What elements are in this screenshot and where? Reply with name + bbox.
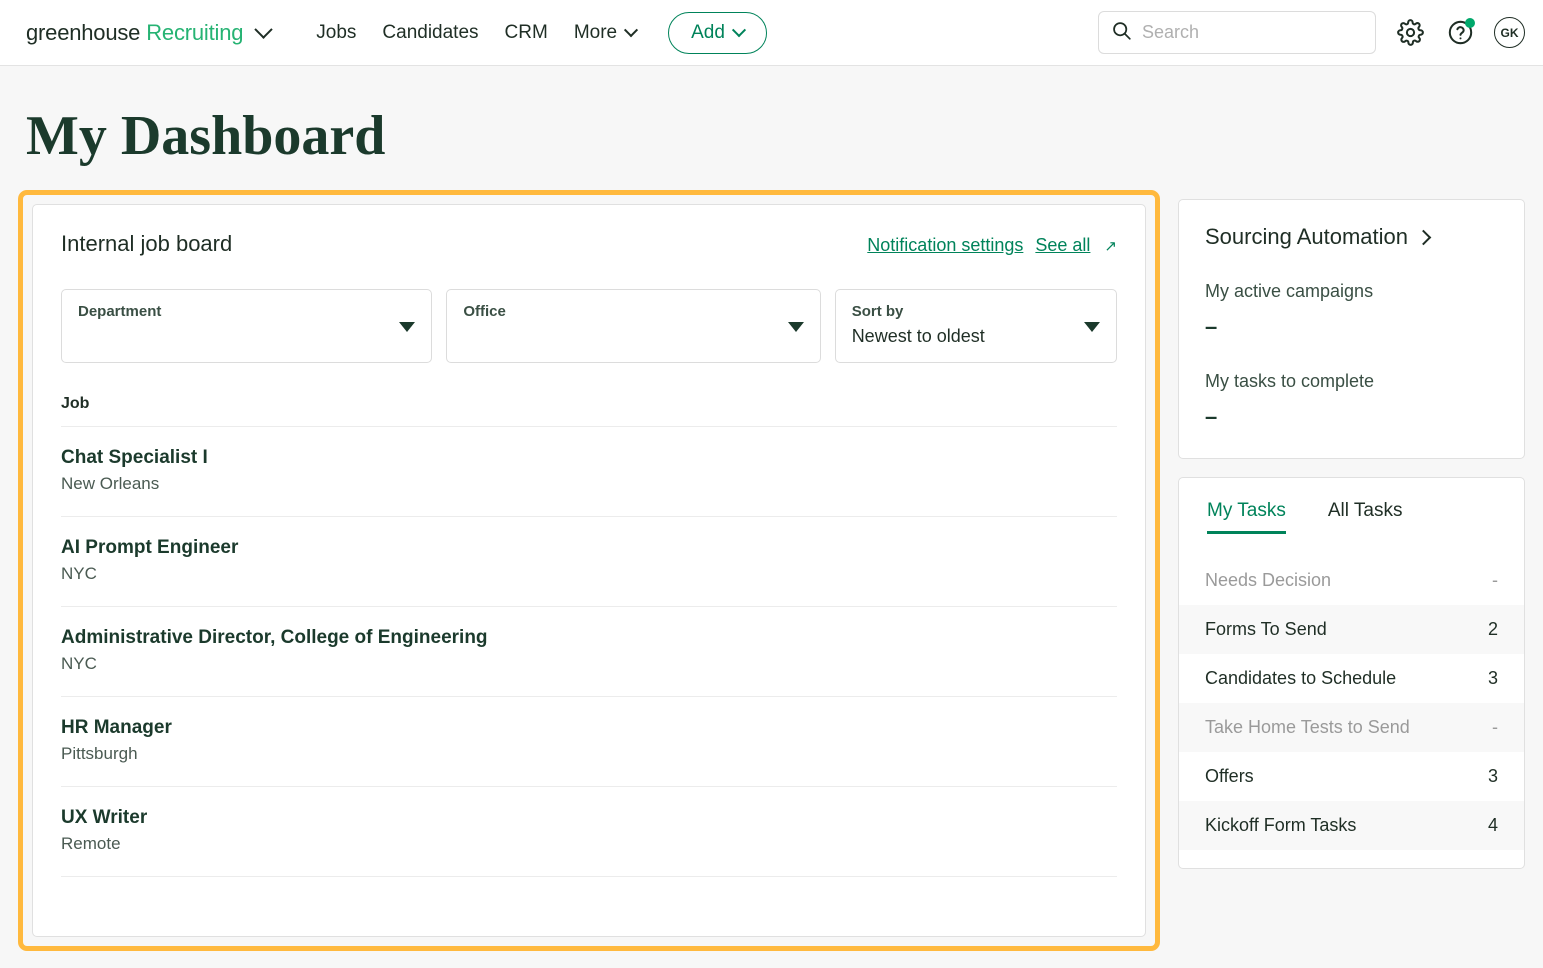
department-select-label: Department <box>78 303 162 320</box>
job-board-header: Internal job board Notification settings… <box>61 231 1117 257</box>
notification-settings-link[interactable]: Notification settings <box>867 235 1023 256</box>
page-title: My Dashboard <box>26 105 386 167</box>
internal-job-board-card: Internal job board Notification settings… <box>32 204 1146 937</box>
task-count: 3 <box>1487 668 1498 688</box>
job-location: NYC <box>61 564 97 583</box>
department-select[interactable]: Department <box>61 289 433 363</box>
chevron-down-icon <box>1084 322 1100 332</box>
avatar-initials: GK <box>1500 25 1519 40</box>
job-list-item[interactable]: Chat Specialist I New Orleans <box>61 427 1117 517</box>
highlight-ring: Internal job board Notification settings… <box>18 190 1160 951</box>
tab-my-tasks[interactable]: My Tasks <box>1207 500 1286 534</box>
office-select[interactable]: Office <box>446 289 821 363</box>
dashboard-columns: Internal job board Notification settings… <box>18 190 1525 951</box>
job-location: New Orleans <box>61 474 160 493</box>
search-icon <box>1111 20 1132 46</box>
main-nav: Jobs Candidates CRM More <box>316 22 639 44</box>
job-title: Chat Specialist I <box>61 447 208 468</box>
tasks-card: My Tasks All Tasks Needs Decision - Form… <box>1178 477 1525 869</box>
avatar[interactable]: GK <box>1494 17 1525 48</box>
page-body: My Dashboard Internal job board Notifica… <box>0 104 1543 951</box>
job-list-item[interactable]: Administrative Director, College of Engi… <box>61 607 1117 697</box>
task-label: Candidates to Schedule <box>1205 668 1397 688</box>
task-count: 4 <box>1487 815 1498 835</box>
task-count: 3 <box>1487 766 1498 786</box>
task-row[interactable]: Needs Decision - <box>1179 556 1524 605</box>
task-label: Take Home Tests to Send <box>1205 717 1410 737</box>
search-input[interactable] <box>1142 22 1363 43</box>
job-location: Pittsburgh <box>61 744 138 763</box>
help-circle-icon[interactable] <box>1444 17 1476 49</box>
nav-item-more[interactable]: More <box>574 22 639 44</box>
see-all-link[interactable]: See all <box>1035 235 1090 256</box>
chevron-down-icon <box>399 322 416 332</box>
sort-by-select[interactable]: Sort by Newest to oldest <box>834 289 1117 363</box>
sort-by-select-label: Sort by <box>851 303 904 320</box>
gear-icon[interactable] <box>1394 17 1426 49</box>
job-list-item[interactable]: UX Writer Remote <box>61 787 1117 877</box>
nav-item-jobs[interactable]: Jobs <box>316 22 356 44</box>
chevron-down-icon <box>624 22 639 37</box>
notification-dot <box>1465 17 1475 28</box>
tasks-tabs: My Tasks All Tasks <box>1179 478 1524 534</box>
right-column: Sourcing Automation My active campaigns … <box>1178 190 1525 869</box>
active-campaigns-label: My active campaigns <box>1205 281 1374 301</box>
job-title: HR Manager <box>61 717 172 738</box>
job-board-title: Internal job board <box>61 231 233 256</box>
sort-by-select-value: Newest to oldest <box>851 326 985 346</box>
nav-item-candidates[interactable]: Candidates <box>382 22 478 44</box>
task-row[interactable]: Offers 3 <box>1179 752 1524 801</box>
task-count: - <box>1492 717 1498 737</box>
nav-item-more-label[interactable]: More <box>574 22 617 44</box>
brand-name-secondary: Recruiting <box>146 19 244 45</box>
task-row[interactable]: Forms To Send 2 <box>1179 605 1524 654</box>
chevron-down-icon <box>731 22 746 37</box>
chevron-down-icon <box>787 322 804 332</box>
job-title: Administrative Director, College of Engi… <box>61 627 488 648</box>
job-list-item[interactable]: AI Prompt Engineer NYC <box>61 517 1117 607</box>
job-location: Remote <box>61 834 121 853</box>
task-row[interactable]: Candidates to Schedule 3 <box>1179 654 1524 703</box>
task-label: Forms To Send <box>1205 619 1327 639</box>
task-row[interactable]: Take Home Tests to Send - <box>1179 703 1524 752</box>
job-title: UX Writer <box>61 807 148 828</box>
top-navigation-bar: greenhouse Recruiting Jobs Candidates CR… <box>0 0 1543 66</box>
task-label: Offers <box>1205 766 1254 786</box>
brand-name-primary: greenhouse <box>26 19 141 45</box>
task-list: Needs Decision - Forms To Send 2 Candida… <box>1179 556 1524 868</box>
header-tools: GK <box>1098 11 1525 54</box>
tasks-to-complete-value: – <box>1205 404 1218 429</box>
job-column-header: Job <box>61 395 1117 427</box>
sourcing-automation-title: Sourcing Automation <box>1205 224 1409 249</box>
job-list-item[interactable]: HR Manager Pittsburgh <box>61 697 1117 787</box>
add-button-label: Add <box>691 21 725 43</box>
search-box[interactable] <box>1098 11 1376 54</box>
job-location: NYC <box>61 654 97 673</box>
brand-logo-menu[interactable]: greenhouse Recruiting <box>26 19 273 46</box>
office-select-label: Office <box>463 303 506 320</box>
tab-all-tasks[interactable]: All Tasks <box>1328 500 1403 534</box>
task-label: Kickoff Form Tasks <box>1205 815 1357 835</box>
sourcing-automation-card: Sourcing Automation My active campaigns … <box>1178 199 1525 459</box>
add-button[interactable]: Add <box>668 11 767 54</box>
see-all-label: See all <box>1035 235 1091 255</box>
tasks-to-complete-label: My tasks to complete <box>1205 371 1375 391</box>
task-count: 2 <box>1487 619 1498 639</box>
task-label: Needs Decision <box>1205 570 1332 590</box>
nav-item-crm[interactable]: CRM <box>505 22 548 44</box>
job-board-links: Notification settings See all ↗ <box>867 235 1117 256</box>
task-row[interactable]: Kickoff Form Tasks 4 <box>1179 801 1524 850</box>
chevron-right-icon <box>1415 229 1432 245</box>
sourcing-automation-header[interactable]: Sourcing Automation <box>1205 224 1498 250</box>
active-campaigns-value: – <box>1205 314 1218 339</box>
task-count: - <box>1492 570 1498 590</box>
job-board-filters: Department Office Sort by Newest to olde… <box>61 289 1117 363</box>
job-title: AI Prompt Engineer <box>61 537 239 558</box>
chevron-down-icon <box>254 20 273 39</box>
external-link-icon: ↗ <box>1104 237 1117 255</box>
